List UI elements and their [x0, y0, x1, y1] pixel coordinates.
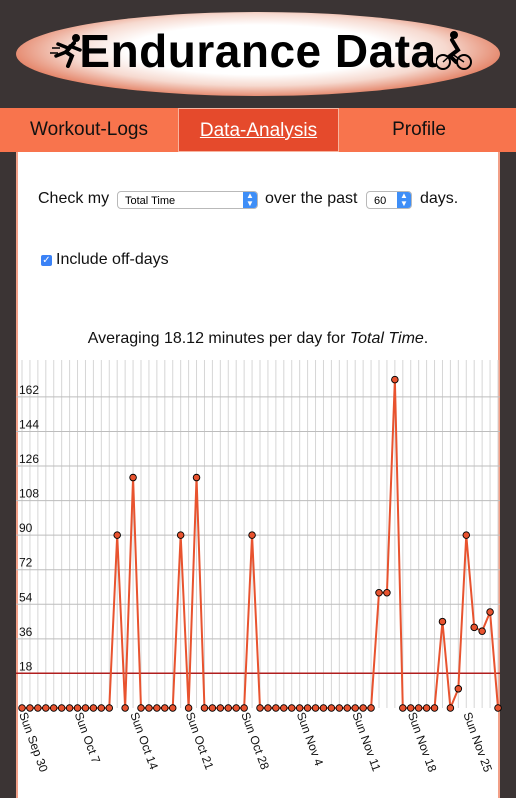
- cyclist-icon: [436, 31, 472, 70]
- data-point: [129, 473, 137, 482]
- data-point: [57, 704, 66, 712]
- data-point: [462, 531, 471, 539]
- tab-workout-logs[interactable]: Workout-Logs: [0, 108, 178, 152]
- x-tick-label: Sun Sep 30: [16, 710, 51, 774]
- x-tick-label: Sun Oct 14: [127, 710, 161, 772]
- data-point: [97, 704, 106, 712]
- data-point: [153, 704, 161, 712]
- data-point: [287, 704, 296, 712]
- data-point: [216, 704, 225, 712]
- data-point: [224, 704, 233, 712]
- data-point: [391, 375, 399, 384]
- x-tick-label: Sun Nov 25: [460, 710, 495, 774]
- data-point: [438, 617, 447, 626]
- data-point: [280, 704, 288, 712]
- data-point: [145, 704, 153, 712]
- average-summary-text: Averaging 18.12 minutes per day for: [87, 330, 350, 347]
- data-point: [73, 704, 82, 712]
- x-tick-label: Sun Oct 7: [72, 710, 104, 765]
- tab-profile[interactable]: Profile: [339, 108, 499, 152]
- data-point: [478, 627, 486, 635]
- check-my-label: Check my: [38, 190, 110, 207]
- data-point: [208, 704, 217, 712]
- data-point: [494, 704, 502, 712]
- data-point: [264, 704, 272, 712]
- data-point: [248, 531, 256, 539]
- data-point: [383, 589, 391, 597]
- data-point: [113, 531, 121, 539]
- data-point: [272, 704, 280, 712]
- data-point: [121, 704, 129, 712]
- y-tick-label: 126: [19, 452, 39, 466]
- data-point: [89, 704, 98, 712]
- over-the-past-label: over the past: [265, 190, 358, 207]
- days-label: days.: [420, 190, 459, 207]
- data-point: [319, 704, 328, 712]
- y-tick-label: 162: [19, 383, 39, 397]
- include-offdays-checkbox[interactable]: ✓: [41, 255, 52, 266]
- data-point: [192, 473, 201, 482]
- include-offdays-label: Include off-days: [56, 251, 169, 268]
- data-point: [399, 704, 407, 712]
- data-point: [49, 704, 58, 712]
- data-point: [375, 589, 383, 597]
- metric-select[interactable]: Total Time ▲ ▼: [117, 191, 258, 209]
- y-tick-label: 90: [19, 521, 33, 535]
- data-point: [343, 704, 352, 712]
- y-tick-label: 18: [19, 659, 33, 673]
- data-point: [18, 704, 26, 712]
- x-tick-label: Sun Nov 4: [294, 710, 326, 768]
- data-point: [470, 623, 478, 632]
- data-point: [327, 704, 336, 712]
- y-tick-label: 54: [19, 590, 33, 604]
- y-axis-ticks: 18 36 54 72 90 108 126 144 162: [19, 383, 39, 674]
- data-point: [311, 704, 320, 712]
- data-point: [240, 704, 248, 712]
- average-summary-metric: Total Time: [349, 330, 424, 347]
- select-arrows-icon: ▲ ▼: [243, 192, 257, 208]
- data-point: [446, 704, 455, 712]
- y-tick-label: 36: [19, 625, 33, 639]
- x-tick-label: Sun Oct 28: [238, 710, 272, 772]
- data-point: [176, 531, 185, 539]
- y-tick-label: 144: [19, 417, 39, 431]
- data-point: [486, 608, 494, 616]
- total-time-chart: 18 36 54 72 90 108 126 144 162 Sun Sep 30 Sun Oct…: [16, 360, 502, 774]
- data-point: [200, 704, 209, 712]
- y-tick-label: 108: [19, 487, 39, 501]
- data-point: [105, 704, 114, 712]
- average-summary-suffix: .: [423, 330, 429, 347]
- data-point: [422, 704, 431, 712]
- vertical-grid: [21, 360, 499, 708]
- site-header: Endurance Data: [0, 0, 516, 108]
- average-summary: Averaging 18.12 minutes per day for Tota…: [0, 330, 516, 348]
- data-point: [351, 704, 359, 712]
- data-point: [335, 704, 344, 712]
- days-select-value: 60: [374, 195, 387, 207]
- horizontal-grid: [16, 396, 500, 674]
- data-point: [42, 704, 50, 712]
- tab-data-analysis[interactable]: Data-Analysis: [178, 108, 339, 152]
- x-axis-ticks: Sun Sep 30 Sun Oct 7 Sun Oct 14 Sun Oct 21 S…: [16, 710, 495, 774]
- x-tick-label: Sun Nov 18: [405, 710, 440, 774]
- data-point: [367, 704, 375, 712]
- data-point: [184, 704, 193, 712]
- data-point: [65, 704, 74, 712]
- data-point: [161, 704, 169, 712]
- data-point: [406, 704, 415, 712]
- data-point: [295, 704, 304, 712]
- y-tick-label: 72: [19, 556, 33, 570]
- data-point: [168, 704, 177, 712]
- metric-select-value: Total Time: [125, 195, 176, 207]
- data-point: [430, 704, 439, 712]
- days-select[interactable]: 60 ▲ ▼: [366, 191, 412, 209]
- x-tick-label: Sun Oct 21: [183, 710, 217, 772]
- data-point: [232, 704, 240, 712]
- data-point: [256, 704, 264, 712]
- select-arrows-icon: ▲ ▼: [397, 192, 411, 208]
- main-nav: Workout-Logs Data-Analysis Profile: [0, 108, 516, 152]
- x-tick-label: Sun Nov 11: [349, 710, 383, 773]
- data-point: [454, 685, 463, 693]
- data-point: [34, 704, 42, 712]
